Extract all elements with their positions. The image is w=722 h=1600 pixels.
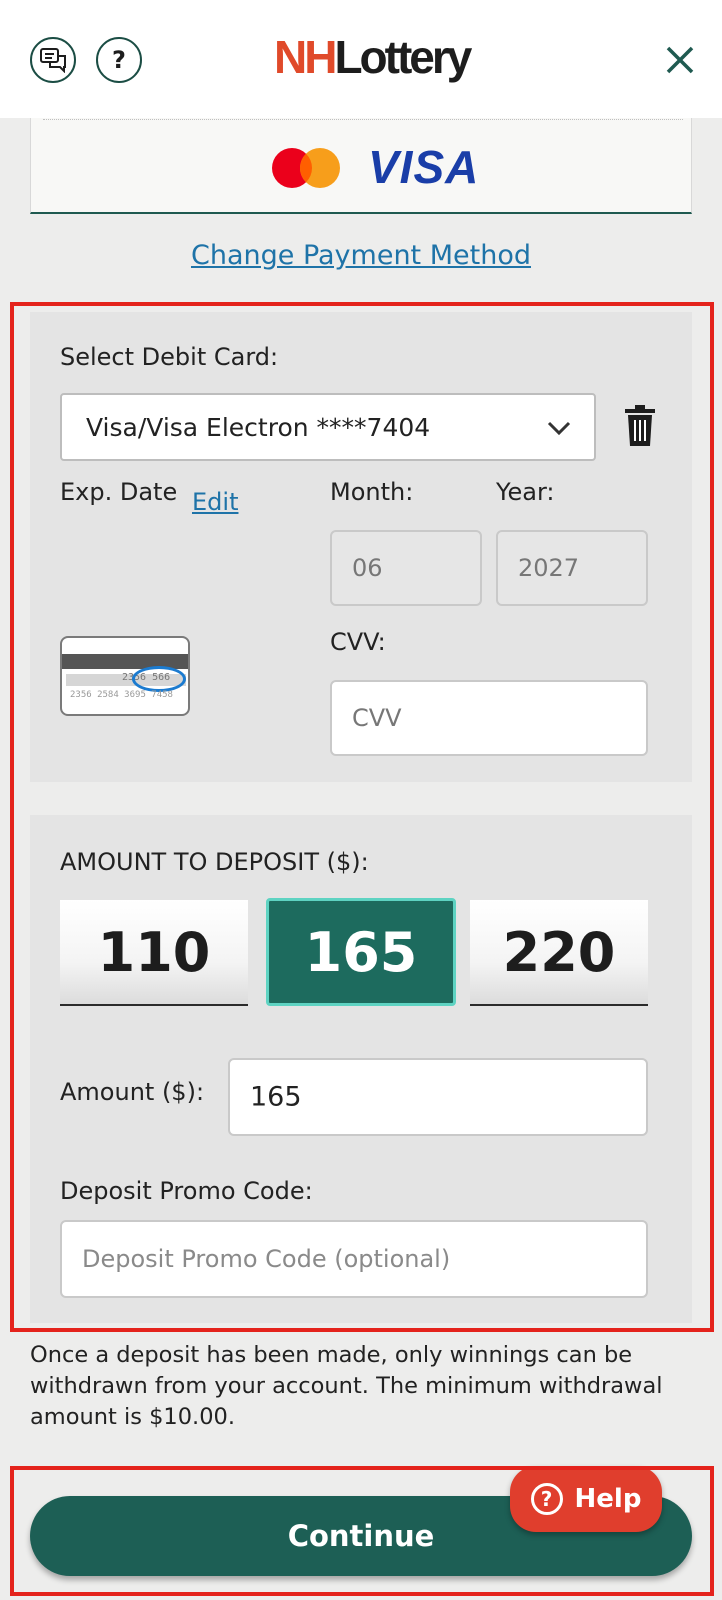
mastercard-logo-icon (272, 148, 340, 188)
highlight-frame-actions (10, 1466, 714, 1596)
change-payment-method-link[interactable]: Change Payment Method (0, 240, 722, 271)
close-icon[interactable] (660, 40, 700, 80)
visa-logo: VISA (368, 141, 480, 193)
payment-brand-box: VISA (30, 118, 692, 214)
top-header: ? NH Lottery (0, 0, 722, 118)
logo-prefix: NH (274, 31, 337, 83)
logo-rest: Lottery (334, 31, 472, 83)
chat-icon[interactable] (30, 37, 76, 83)
withdrawal-notice: Once a deposit has been made, only winni… (30, 1342, 663, 1430)
nh-lottery-logo: NH Lottery (274, 30, 472, 86)
divider (43, 119, 683, 120)
highlight-frame-form (10, 302, 714, 1332)
help-circle-icon[interactable]: ? (96, 37, 142, 83)
